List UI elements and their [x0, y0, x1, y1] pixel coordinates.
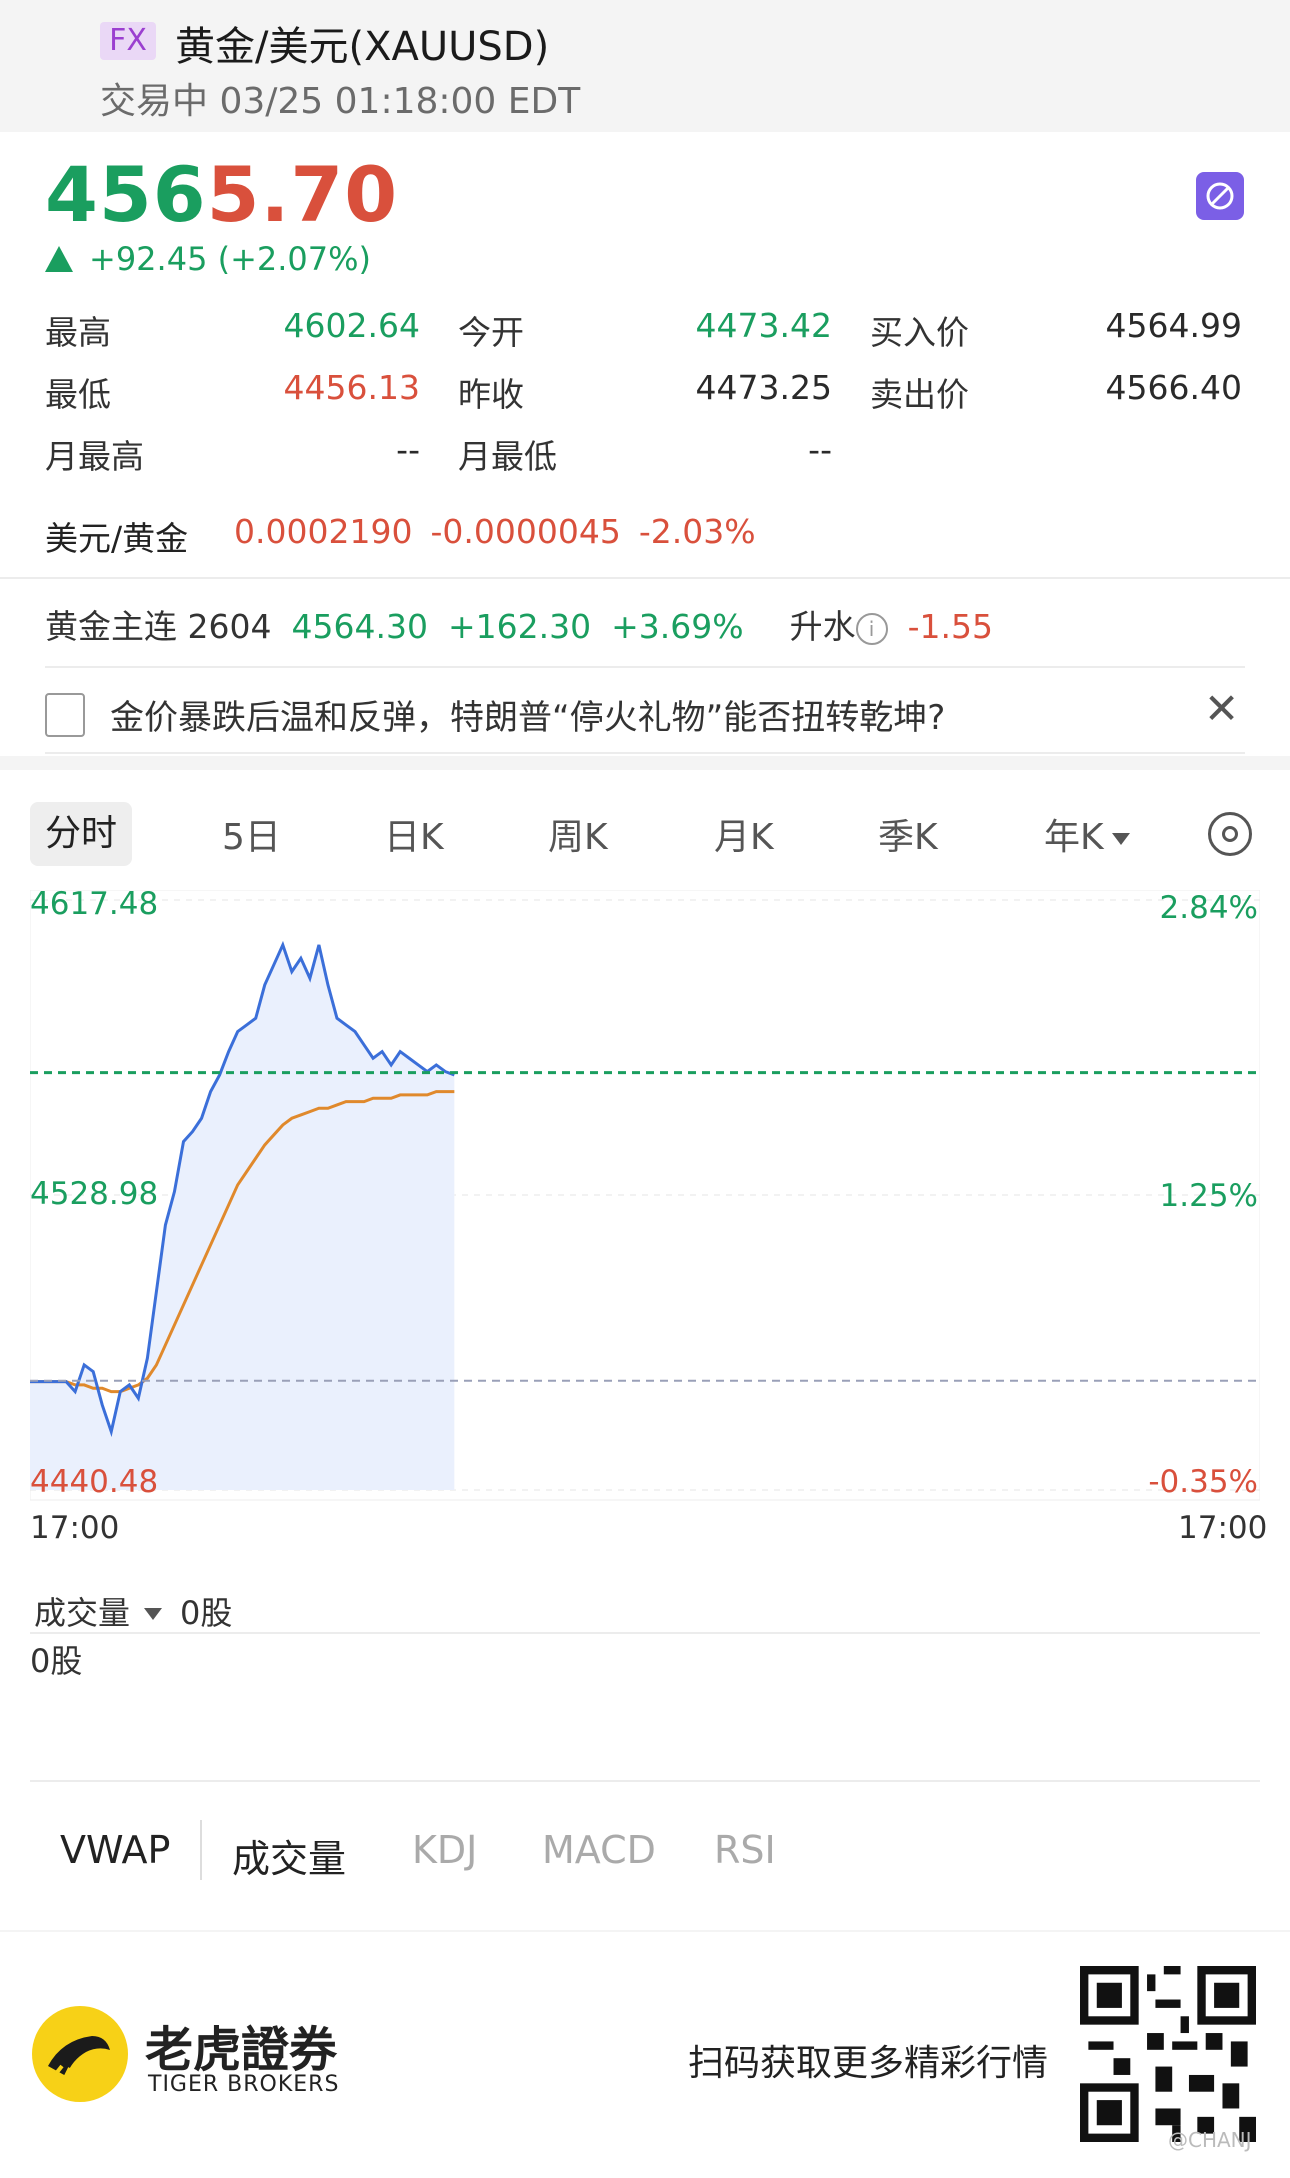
futures-price: 4564.30 — [291, 607, 428, 646]
qr-code-icon — [1080, 1966, 1256, 2142]
chevron-down-icon — [1111, 833, 1130, 845]
news-headline[interactable]: 金价暴跌后温和反弹，特朗普“停火礼物”能否扭转乾坤? — [110, 690, 945, 739]
settings-icon[interactable] — [1208, 812, 1252, 856]
futures-label: 黄金主连 2604 — [45, 607, 272, 646]
y-right-tick: 1.25% — [1160, 1178, 1258, 1214]
stat-bid: 4564.99 — [1105, 306, 1242, 345]
tab-quarterly-k[interactable]: 季K — [878, 808, 938, 860]
last-price-part: 456 — [45, 150, 207, 239]
stat-low: 4456.13 — [283, 368, 420, 407]
y-left-tick: 4440.48 — [30, 1464, 158, 1500]
stat-label-open: 今开 — [458, 313, 524, 352]
instrument-title: 黄金/美元(XAUUSD) — [175, 24, 550, 70]
fx-pair-values: 0.0002190 -0.0000045 -2.03% — [234, 512, 774, 551]
x-tick: 17:00 — [30, 1510, 120, 1546]
tab-weekly-k[interactable]: 周K — [548, 808, 608, 860]
divider — [200, 1820, 202, 1880]
last-price-part: 5.70 — [206, 150, 399, 239]
x-tick: 17:00 — [1178, 1510, 1268, 1546]
intraday-chart[interactable]: 4617.48 4528.98 4440.48 2.84% 1.25% -0.3… — [30, 890, 1260, 1530]
stat-label-high: 最高 — [45, 313, 111, 352]
fx-pair-label: 美元/黄金 — [45, 519, 189, 558]
futures-change: +162.30 — [447, 607, 592, 646]
watermark: @CHANJ — [1168, 2128, 1252, 2152]
brand-name-en: TIGER BROKERS — [148, 2072, 340, 2097]
y-left-tick: 4617.48 — [30, 890, 158, 922]
news-icon — [45, 693, 85, 737]
price-change: +92.45 (+2.07%) — [45, 240, 371, 278]
y-left-tick: 4528.98 — [30, 1176, 158, 1212]
indicator-tab-rsi[interactable]: RSI — [714, 1828, 776, 1872]
divider — [30, 1632, 1260, 1634]
premium-label: 升水 — [789, 607, 856, 646]
volume-axis-value: 0股 — [30, 1642, 83, 1680]
stat-high: 4602.64 — [283, 306, 420, 345]
y-right-tick: -0.35% — [1148, 1464, 1258, 1500]
up-triangle-icon — [45, 246, 73, 272]
tab-monthly-k[interactable]: 月K — [714, 808, 774, 860]
last-price: 4565.70 — [45, 150, 398, 239]
volume-label: 成交量 — [34, 1594, 131, 1632]
divider — [30, 1780, 1260, 1782]
stat-label-month-high: 月最高 — [45, 437, 144, 476]
futures-row[interactable]: 黄金主连 2604 4564.30 +162.30 +3.69% 升水 i -1.55 — [45, 600, 1013, 648]
volume-selector[interactable]: 成交量 0股 — [34, 1588, 232, 1634]
indicator-tab-macd[interactable]: MACD — [542, 1828, 656, 1872]
divider — [0, 577, 1290, 579]
info-icon[interactable]: i — [855, 613, 888, 645]
premium-value: -1.55 — [907, 607, 993, 646]
indicator-tab-volume[interactable]: 成交量 — [232, 1828, 346, 1883]
trading-status: 交易中 03/25 01:18:00 EDT — [100, 81, 581, 122]
chevron-down-icon — [144, 1608, 163, 1620]
divider — [45, 752, 1245, 754]
tab-yearly-k-label: 年K — [1044, 817, 1104, 858]
stat-label-month-low: 月最低 — [458, 437, 557, 476]
stat-open: 4473.42 — [695, 306, 832, 345]
futures-percent: +3.69% — [611, 607, 744, 646]
fx-pair-value: 0.0002190 — [234, 512, 413, 551]
stat-month-low: -- — [808, 430, 832, 469]
stat-prev-close: 4473.25 — [695, 368, 832, 407]
tab-yearly-k[interactable]: 年K — [1044, 808, 1130, 860]
tab-daily-k[interactable]: 日K — [384, 808, 444, 860]
promo-text: 扫码获取更多精彩行情 — [688, 2043, 1049, 2084]
stat-month-high: -- — [396, 430, 420, 469]
divider — [45, 666, 1245, 668]
stat-label-prev-close: 昨收 — [458, 375, 524, 414]
fx-pair-change: -0.0000045 — [430, 512, 621, 551]
stat-label-low: 最低 — [45, 375, 111, 414]
fx-badge: FX — [100, 22, 156, 60]
stat-ask: 4566.40 — [1105, 368, 1242, 407]
tool-icon[interactable] — [1196, 172, 1244, 220]
stat-label-ask: 卖出价 — [870, 375, 969, 414]
tab-intraday[interactable]: 分时 — [30, 802, 132, 866]
tab-5day[interactable]: 5日 — [222, 808, 281, 860]
volume-value: 0股 — [180, 1594, 233, 1632]
price-change-value: +92.45 (+2.07%) — [89, 240, 372, 278]
stat-label-bid: 买入价 — [870, 313, 969, 352]
close-icon[interactable]: ✕ — [1204, 684, 1239, 733]
indicator-tab-vwap[interactable]: VWAP — [60, 1828, 170, 1872]
fx-pair-percent: -2.03% — [638, 512, 756, 551]
tiger-logo-icon — [32, 2006, 128, 2102]
brand-name-cn: 老虎證券 — [145, 2022, 338, 2078]
y-right-tick: 2.84% — [1160, 890, 1258, 926]
indicator-tab-kdj[interactable]: KDJ — [412, 1828, 477, 1872]
